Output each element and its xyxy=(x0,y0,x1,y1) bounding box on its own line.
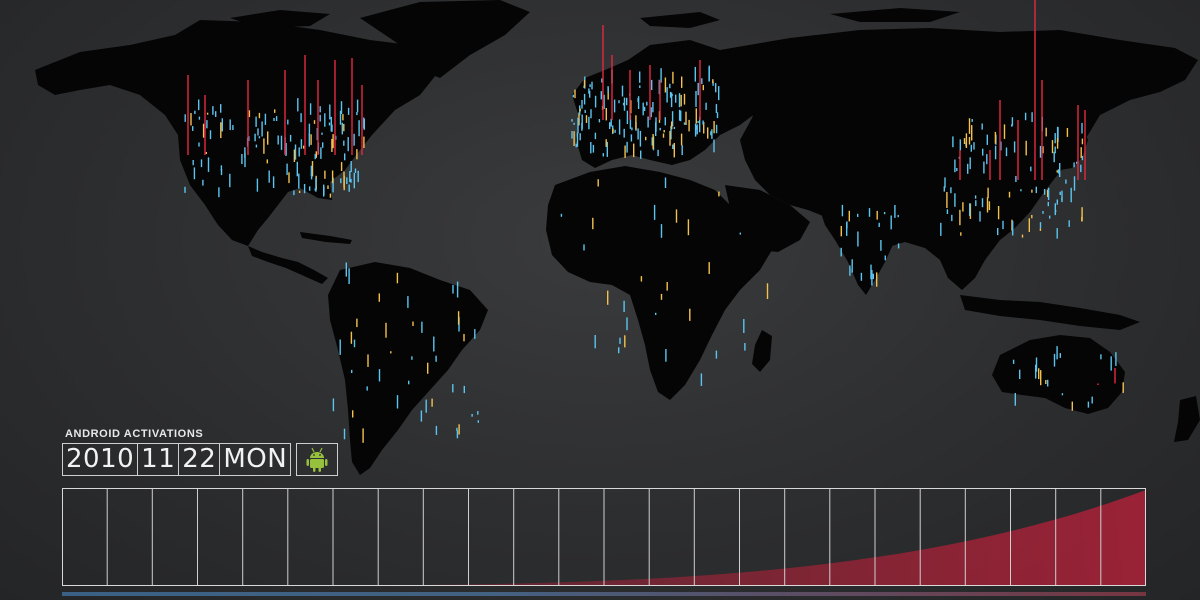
hud-title: ANDROID ACTIVATIONS xyxy=(65,428,204,440)
activation-map-visualization: ANDROID ACTIVATIONS 2010 11 22 MON xyxy=(0,0,1200,600)
new-zealand xyxy=(1174,396,1200,442)
date-day: 22 xyxy=(182,444,217,474)
date-counter: 2010 11 22 MON xyxy=(62,443,292,476)
southeast-asia-islands xyxy=(960,295,1140,330)
continents xyxy=(35,0,1200,475)
continent-south-america xyxy=(328,262,488,475)
date-year: 2010 xyxy=(66,444,135,474)
android-robot-icon xyxy=(306,447,328,472)
date-display: 2010 11 22 MON xyxy=(62,443,339,476)
central-america xyxy=(248,246,328,284)
continent-asia xyxy=(720,28,1198,290)
continent-australia xyxy=(992,335,1125,414)
date-divider xyxy=(178,444,180,475)
continent-north-america xyxy=(35,20,440,246)
date-weekday: MON xyxy=(223,444,288,474)
arctic-islands xyxy=(230,8,960,28)
caribbean-islands xyxy=(300,232,352,244)
date-month: 11 xyxy=(141,444,176,474)
activation-timeline xyxy=(62,488,1146,586)
date-divider xyxy=(137,444,139,475)
timeline-baseline xyxy=(62,592,1146,596)
android-logo-box xyxy=(296,443,339,476)
madagascar xyxy=(752,330,772,372)
date-divider xyxy=(219,444,221,475)
